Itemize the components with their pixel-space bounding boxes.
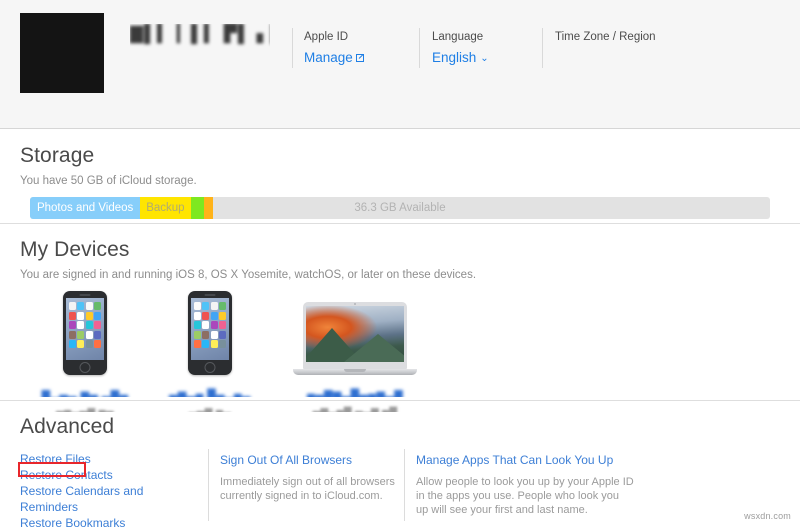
avatar[interactable] — [20, 13, 104, 93]
iphone-icon — [20, 280, 150, 375]
account-name-text: ▇▌▍ ▎▌▍ ▛▌ ▖▌ — [130, 24, 270, 43]
storage-title: Storage — [20, 144, 95, 167]
device-name-text: ▄▃▆▅▂▇▃▄▅▂▆ — [306, 388, 404, 397]
header-columns: Apple ID Manage Language English ⌄ Time Z… — [292, 28, 687, 68]
iphone-icon — [150, 280, 270, 375]
storage-segment-photos[interactable]: Photos and Videos — [30, 197, 141, 219]
storage-bar[interactable]: Photos and Videos Backup 36.3 GB Availab… — [30, 197, 770, 219]
device-item[interactable]: ▃▅▂▄ ▇▃▁▄▂ ▂▃▅ ▄▂ — [150, 280, 270, 412]
header-apple-id: Apple ID Manage — [292, 28, 419, 68]
external-link-icon — [355, 53, 365, 62]
sign-out-description: Immediately sign out of all browsers cur… — [220, 476, 395, 502]
advanced-section: Advanced Restore Files Restore Contacts … — [0, 401, 800, 530]
device-name[interactable]: ▄▃▆▅▂▇▃▄▅▂▆ — [270, 384, 440, 397]
restore-bookmarks-link[interactable]: Restore Bookmarks — [20, 515, 125, 531]
device-item[interactable]: ▄▃▆▅▂▇▃▄▅▂▆ ▃▅▂▄▆ ▃▂▅ ▄▆ — [270, 280, 440, 412]
manage-label: Manage — [304, 50, 353, 65]
account-header: ▇▌▍ ▎▌▍ ▛▌ ▖▌ Apple ID Manage Language E… — [0, 0, 800, 129]
device-name-text: ▃▅▂▄ ▇▃▁▄▂ — [169, 388, 251, 397]
header-timezone: Time Zone / Region — [542, 28, 687, 68]
timezone-label: Time Zone / Region — [555, 31, 656, 43]
storage-segment-photos-label: Photos and Videos — [36, 202, 134, 214]
icloud-settings-page: ▇▌▍ ▎▌▍ ▛▌ ▖▌ Apple ID Manage Language E… — [0, 0, 800, 530]
header-language: Language English ⌄ — [419, 28, 542, 68]
advanced-restore-column: Restore Files Restore Contacts Restore C… — [20, 451, 208, 531]
language-label: Language — [432, 31, 484, 43]
watermark: wsxdn.com — [744, 511, 791, 521]
device-list: ▆▁▃▂ ▅▃ ▂▆▃ ▃▄▂▃▅ ▄▃ ▃▅▂▄ ▇▃▁▄▂ ▂▃▅ ▄▂ ▄… — [20, 280, 440, 412]
account-name: ▇▌▍ ▎▌▍ ▛▌ ▖▌ — [130, 24, 270, 50]
restore-calendars-link[interactable]: Restore Calendars and Reminders — [20, 483, 194, 515]
restore-files-link[interactable]: Restore Files — [20, 451, 91, 467]
apple-id-label: Apple ID — [304, 31, 349, 43]
device-name[interactable]: ▆▁▃▂ ▅▃ ▂▆▃ — [20, 384, 150, 397]
advanced-lookup-column: Manage Apps That Can Look You Up Allow p… — [404, 449, 634, 531]
storage-subtitle: You have 50 GB of iCloud storage. — [20, 175, 197, 187]
restore-link-list: Restore Files Restore Contacts Restore C… — [20, 451, 194, 531]
storage-segment-green[interactable] — [190, 197, 204, 219]
advanced-title: Advanced — [20, 415, 115, 438]
advanced-signout-column: Sign Out Of All Browsers Immediately sig… — [208, 449, 404, 531]
device-name-text: ▆▁▃▂ ▅▃ ▂▆▃ — [41, 388, 129, 397]
sign-out-all-browsers-link[interactable]: Sign Out Of All Browsers — [220, 452, 352, 468]
storage-section: Storage You have 50 GB of iCloud storage… — [0, 129, 800, 223]
storage-segment-backup[interactable]: Backup — [140, 197, 191, 219]
storage-segment-orange[interactable] — [203, 197, 213, 219]
device-item[interactable]: ▆▁▃▂ ▅▃ ▂▆▃ ▃▄▂▃▅ ▄▃ — [20, 280, 150, 412]
language-value: English — [432, 50, 477, 65]
devices-title: My Devices — [20, 238, 130, 261]
manage-apps-lookup-link[interactable]: Manage Apps That Can Look You Up — [416, 452, 613, 468]
lookup-description: Allow people to look you up by your Appl… — [416, 476, 634, 516]
advanced-columns: Restore Files Restore Contacts Restore C… — [20, 449, 780, 531]
language-select[interactable]: English ⌄ — [432, 50, 489, 67]
macbook-icon — [270, 280, 440, 375]
devices-section: My Devices You are signed in and running… — [0, 224, 800, 412]
device-name[interactable]: ▃▅▂▄ ▇▃▁▄▂ — [150, 384, 270, 397]
restore-contacts-link[interactable]: Restore Contacts — [20, 467, 113, 483]
storage-segment-backup-label: Backup — [146, 202, 185, 214]
chevron-down-icon: ⌄ — [480, 53, 489, 64]
manage-apple-id-link[interactable]: Manage — [304, 50, 365, 66]
